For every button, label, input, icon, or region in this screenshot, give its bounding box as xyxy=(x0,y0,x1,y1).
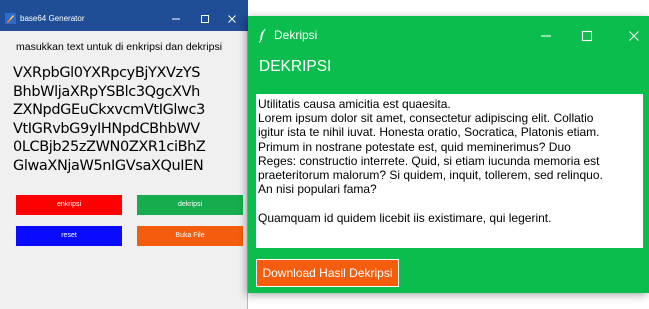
text-input-area[interactable]: VXRpbGl0YXRpcyBjYXVzYS BhbWljaXRpYSBlc3Q… xyxy=(13,64,245,188)
maximize-button[interactable] xyxy=(193,11,217,27)
maximize-icon xyxy=(581,30,593,42)
decrypted-text-line: Lorem ipsum dolor sit amet, consectetur … xyxy=(258,111,594,126)
maximize-icon xyxy=(201,15,209,23)
reset-button[interactable]: reset xyxy=(16,226,122,246)
close-icon xyxy=(629,31,639,41)
decrypted-text-line: Utilitatis causa amicitia est quaesita. xyxy=(258,97,451,111)
decrypted-text-line: praeteritorum malorum? Si quidem, inquit… xyxy=(258,168,603,183)
decrypted-text-line xyxy=(258,196,643,210)
decrypted-text-line: igitur ista te nihil iuvat. Honesta orat… xyxy=(258,125,600,140)
generator-titlebar[interactable]: base64 Generator xyxy=(0,0,248,31)
feather-app-icon xyxy=(259,28,266,43)
feather-app-icon xyxy=(5,13,16,24)
base64-generator-window: base64 Generator masukkan text untuk di … xyxy=(0,0,248,309)
download-hasil-dekripsi-button[interactable]: Download Hasil Dekripsi xyxy=(256,259,399,287)
enkripsi-button[interactable]: enkripsi xyxy=(16,195,122,215)
decrypted-text-line: An nisi populari fama? xyxy=(258,182,377,197)
dekripsi-button[interactable]: dekripsi xyxy=(137,195,243,215)
close-button[interactable] xyxy=(220,11,244,27)
close-icon xyxy=(228,15,236,23)
dekripsi-window-title: Dekripsi xyxy=(274,28,318,42)
decrypted-text-line: Primum in nostrane potestate est, quid m… xyxy=(258,139,571,154)
close-button[interactable] xyxy=(620,26,648,46)
buka-file-button[interactable]: Buka File xyxy=(137,226,243,246)
dekripsi-heading: DEKRIPSI xyxy=(259,58,332,75)
decrypted-text-line: Reges: constructio interrete. Quid, si e… xyxy=(258,153,600,168)
maximize-button[interactable] xyxy=(573,26,601,46)
decrypted-text-area[interactable]: Utilitatis causa amicitia est quaesita. L… xyxy=(256,94,643,248)
dekripsi-window: Dekripsi DEKRIPSI Utilitatis causa amici… xyxy=(248,16,649,293)
minimize-button[interactable] xyxy=(164,11,188,27)
generator-window-title: base64 Generator xyxy=(20,14,85,23)
dekripsi-titlebar[interactable]: Dekripsi xyxy=(248,16,649,53)
minimize-button[interactable] xyxy=(532,26,560,46)
instruction-label: masukkan text untuk di enkripsi dan dekr… xyxy=(16,41,223,53)
minimize-icon xyxy=(172,18,180,20)
decrypted-text-line: Quamquam id quidem licebit iis existimar… xyxy=(258,210,552,225)
minimize-icon xyxy=(541,35,551,37)
